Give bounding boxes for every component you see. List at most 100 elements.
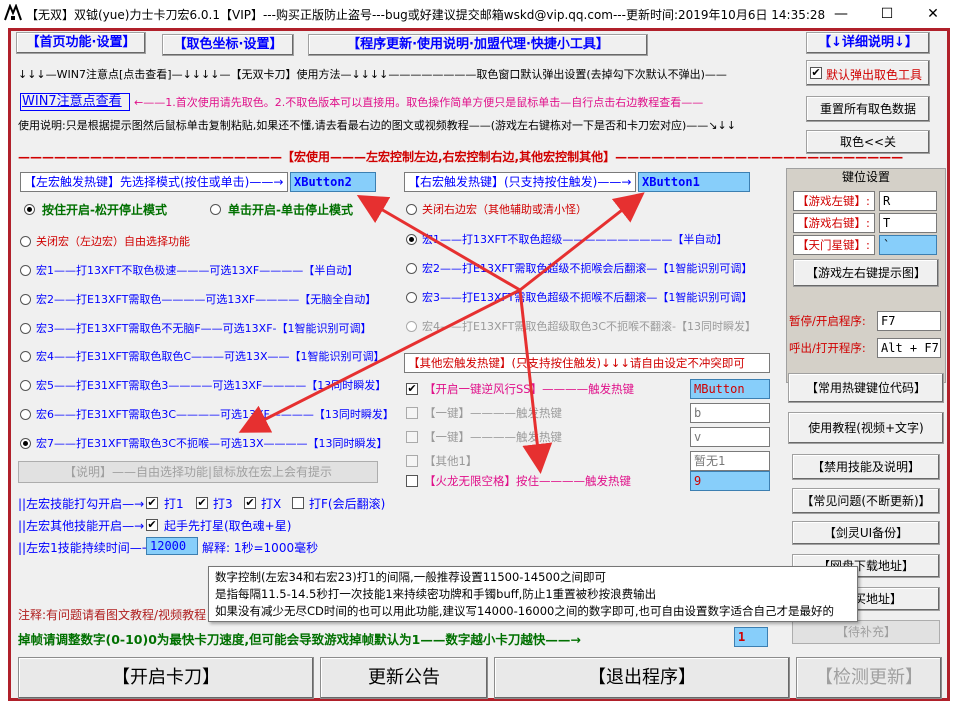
right-macro-0-label: 关闭右边宏（其他辅助或清小怪） <box>422 203 587 216</box>
duration-input[interactable]: 12000 <box>146 537 198 555</box>
open-key-input[interactable]: Alt + F7 <box>877 338 941 358</box>
other-hotkey-3-label: 【其他1】 <box>424 454 478 468</box>
left-macro-2-radio[interactable] <box>20 294 31 305</box>
hotkey-code-button[interactable]: 【常用热键键位代码】 <box>788 373 944 403</box>
pending-button: 【待补充】 <box>792 620 940 644</box>
app-logo-icon <box>4 4 22 21</box>
auto-popup-checkbox[interactable]: ✔ <box>810 67 822 79</box>
faq-button[interactable]: 【常见问题(不断更新)】 <box>792 488 940 514</box>
star-key-input[interactable]: ` <box>879 235 937 255</box>
key-settings-title: 键位设置 <box>841 170 890 184</box>
right-macro-4-radio[interactable] <box>406 321 417 332</box>
start-button[interactable]: 【开启卡刀】 <box>18 657 314 699</box>
win7-notes-link[interactable]: WIN7注意点查看 <box>20 93 130 111</box>
other-hotkey-1-checkbox[interactable] <box>406 407 418 419</box>
other-hotkey-3-input[interactable]: 暂无1 <box>690 451 770 471</box>
right-macro-2-label: 宏2——打E13XFT需取色超级不扼喉会后翻滚—【1智能识别可调】 <box>422 262 753 275</box>
right-trigger-input[interactable]: XButton1 <box>638 172 750 192</box>
other-hotkey-4-input[interactable]: 9 <box>690 471 770 491</box>
left-macro-5-label: 宏5——打E31XFT需取色3————可选13XF————【13同时瞬发】 <box>36 379 387 392</box>
other-skill-label: ||左宏其他技能开启—→ <box>18 519 145 533</box>
left-macro-6-label: 宏6——打E31XFT需取色3C————可选13XF————【13同时瞬发】 <box>36 408 394 421</box>
mode-hold-label: 按住开启-松开停止模式 <box>42 203 167 217</box>
tab-color-coords[interactable]: 【取色坐标·设置】 <box>162 34 294 56</box>
skill-3-label: 打3 <box>213 497 233 511</box>
mode-click-radio[interactable] <box>210 204 221 215</box>
ban-skill-button[interactable]: 【禁用技能及说明】 <box>792 454 940 480</box>
other-trigger-label: 【其他宏触发热键】(只支持按住触发)↓↓↓请自由设定不冲突即可 <box>404 353 770 373</box>
left-macro-7-radio[interactable] <box>20 438 31 449</box>
skill-f-label: 打F(会后翻滚) <box>309 497 386 511</box>
tooltip-line-2: 是指每隔11.5-14.5秒打一次技能1来持续密功牌和手镯buff,防止1重置被… <box>215 587 657 601</box>
other-hotkey-1-label: 【一键】————触发热键 <box>424 406 562 420</box>
left-macro-3-label: 宏3——打E13XFT需取色不无脑F——可选13XF-【1智能识别可调】 <box>36 322 372 335</box>
other-hotkey-4-label: 【火龙无限空格】按住————触发热键 <box>424 474 631 488</box>
reset-color-button[interactable]: 重置所有取色数据 <box>806 96 930 122</box>
other-hotkey-0-label: 【开启一键逆风行SS】————触发热键 <box>424 382 635 396</box>
other-hotkey-3-checkbox[interactable] <box>406 455 418 467</box>
other-hotkey-1-input[interactable]: b <box>690 403 770 423</box>
right-macro-0-radio[interactable] <box>406 204 417 215</box>
other-hotkey-0-input[interactable]: MButton <box>690 379 770 399</box>
right-trigger-label: 【右宏触发热键】(只支持按住触发)——→ <box>404 172 636 192</box>
check-update-button[interactable]: 【检测更新】 <box>796 657 942 699</box>
duration-explain: 解释: 1秒=1000毫秒 <box>202 541 319 555</box>
left-macro-1-radio[interactable] <box>20 265 31 276</box>
tutorial-button[interactable]: 使用教程(视频+文字) <box>788 412 944 444</box>
other-hotkey-2-input[interactable]: v <box>690 427 770 447</box>
notes-line: ↓↓↓—WIN7注意点[点击查看]—↓↓↓↓—【无双卡刀】使用方法—↓↓↓↓——… <box>18 68 727 81</box>
tab-home-settings[interactable]: 【首页功能·设置】 <box>16 32 146 54</box>
left-trigger-input[interactable]: XButton2 <box>290 172 376 192</box>
title-bar: 【无双】双钺(yue)力士卡刀宏6.0.1【VIP】---购买正版防止盗号---… <box>0 0 956 28</box>
left-macro-1-label: 宏1——打13XFT不取色极速———可选13XF————【半自动】 <box>36 264 359 277</box>
key-settings-panel: 键位设置 【游戏左键】: R 【游戏右键】: T 【天门星键】: ` 【游戏左右… <box>786 168 946 383</box>
tooltip-line-1: 数字控制(左宏34和右宏23)打1的间隔,一般推荐设置11500-14500之间… <box>215 570 607 584</box>
pause-key-label: 暂停/开启程序: <box>789 314 866 328</box>
left-macro-4-radio[interactable] <box>20 351 31 362</box>
close-button[interactable]: ✕ <box>910 0 956 28</box>
exit-button[interactable]: 【退出程序】 <box>494 657 790 699</box>
ui-backup-button[interactable]: 【剑灵UI备份】 <box>792 521 940 545</box>
key-hint-button[interactable]: 【游戏左右键提示图】 <box>793 259 939 287</box>
left-macro-6-radio[interactable] <box>20 409 31 420</box>
other-hotkey-2-label: 【一键】————触发热键 <box>424 430 562 444</box>
update-notice-button[interactable]: 更新公告 <box>320 657 488 699</box>
frame-drop-input[interactable]: 1 <box>734 627 768 647</box>
skill-x-checkbox[interactable]: ✔ <box>244 497 256 509</box>
mode-hold-radio[interactable] <box>24 204 35 215</box>
skill-1-label: 打1 <box>164 497 184 511</box>
skill-1-checkbox[interactable]: ✔ <box>146 497 158 509</box>
auto-popup-label: 默认弹出取色工具 <box>826 68 923 82</box>
minimize-button[interactable]: — <box>818 0 864 28</box>
game-left-key-input[interactable]: R <box>879 191 937 211</box>
right-macro-4-label: 宏4——打E13XFT需取色超级取色3C不扼喉不翻滚-【13同时瞬发】 <box>422 320 756 333</box>
game-right-key-label: 【游戏右键】: <box>793 213 875 233</box>
left-macro-5-radio[interactable] <box>20 380 31 391</box>
mode-click-label: 单击开启-单击停止模式 <box>228 203 353 217</box>
right-macro-2-radio[interactable] <box>406 263 417 274</box>
open-key-label: 呼出/打开程序: <box>789 341 866 355</box>
maximize-button[interactable]: ☐ <box>864 0 910 28</box>
macro-explain-button: 【说明】——自由选择功能|鼠标放在宏上会有提示 <box>18 461 378 483</box>
detail-help-button[interactable]: 【↓详细说明↓】 <box>806 32 930 54</box>
footer-note: 注释:有问题请看图文教程/视频教程 <box>18 608 207 622</box>
other-hotkey-4-checkbox[interactable] <box>406 475 418 487</box>
skill-3-checkbox[interactable]: ✔ <box>196 497 208 509</box>
tab-update-help[interactable]: 【程序更新·使用说明·加盟代理·快捷小工具】 <box>308 34 648 56</box>
left-macro-0-radio[interactable] <box>20 236 31 247</box>
right-macro-1-radio[interactable] <box>406 234 417 245</box>
tooltip-line-3: 如果没有减少无尽CD时间的也可以用此功能,建议写14000-16000之间的数字… <box>215 604 835 618</box>
pause-key-input[interactable]: F7 <box>877 311 941 331</box>
color-hint: ←——1.首次使用请先取色。2.不取色版本可以直接用。取色操作简单方便只是鼠标单… <box>134 96 704 109</box>
duration-label: ||左宏1技能持续时间—→ <box>18 541 152 555</box>
star-first-checkbox[interactable]: ✔ <box>146 519 158 531</box>
left-macro-7-label: 宏7——打E31XFT需取色3C不扼喉—可选13X————【13同时瞬发】 <box>36 437 388 450</box>
left-macro-3-radio[interactable] <box>20 323 31 334</box>
other-hotkey-2-checkbox[interactable] <box>406 431 418 443</box>
skill-f-checkbox[interactable] <box>292 497 304 509</box>
other-hotkey-0-checkbox[interactable]: ✔ <box>406 383 418 395</box>
right-macro-3-radio[interactable] <box>406 292 417 303</box>
game-right-key-input[interactable]: T <box>879 213 937 233</box>
right-macro-1-label: 宏1——打13XFT不取色超级——————————【半自动】 <box>422 233 728 246</box>
duration-tooltip: 数字控制(左宏34和右宏23)打1的间隔,一般推荐设置11500-14500之间… <box>208 566 858 622</box>
